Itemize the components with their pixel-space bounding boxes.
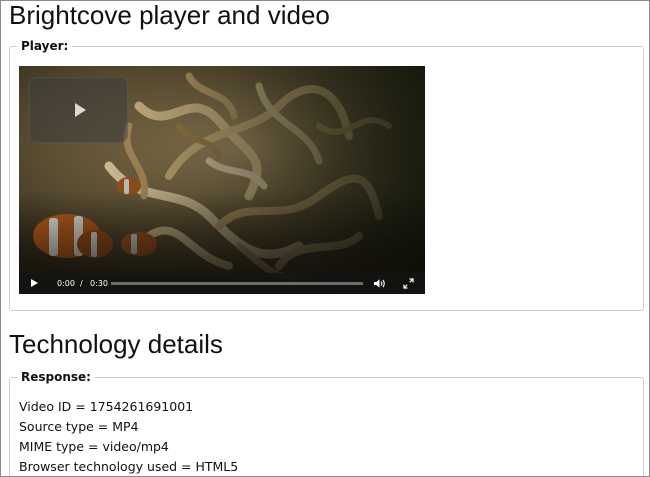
response-fieldset: Response: Video ID = 1754261691001 Sourc… bbox=[9, 370, 644, 476]
current-time: 0:00 bbox=[57, 279, 75, 288]
progress-bar[interactable] bbox=[111, 282, 363, 285]
control-bar: 0:00 / 0:30 bbox=[19, 273, 425, 294]
technology-details-title: Technology details bbox=[9, 329, 223, 359]
response-line-video-id: Video ID = 1754261691001 bbox=[19, 399, 194, 414]
big-play-button[interactable] bbox=[29, 77, 128, 143]
response-line-source-type: Source type = MP4 bbox=[19, 419, 139, 434]
duration: 0:30 bbox=[90, 279, 108, 288]
volume-icon[interactable] bbox=[373, 278, 387, 289]
video-player[interactable]: 0:00 / 0:30 bbox=[19, 66, 425, 294]
player-fieldset: Player: 0:00 / 0:30 bbox=[9, 39, 644, 311]
response-line-mime-type: MIME type = video/mp4 bbox=[19, 439, 169, 454]
page-title: Brightcove player and video bbox=[9, 0, 330, 30]
time-separator: / bbox=[80, 279, 83, 288]
page-frame: Brightcove player and video Player: 0:00… bbox=[0, 0, 650, 477]
big-play-icon bbox=[75, 103, 86, 117]
fullscreen-icon[interactable] bbox=[403, 278, 414, 289]
response-line-browser-tech: Browser technology used = HTML5 bbox=[19, 459, 239, 474]
response-legend: Response: bbox=[21, 370, 91, 384]
play-icon[interactable] bbox=[31, 279, 38, 287]
player-legend: Player: bbox=[21, 39, 69, 53]
